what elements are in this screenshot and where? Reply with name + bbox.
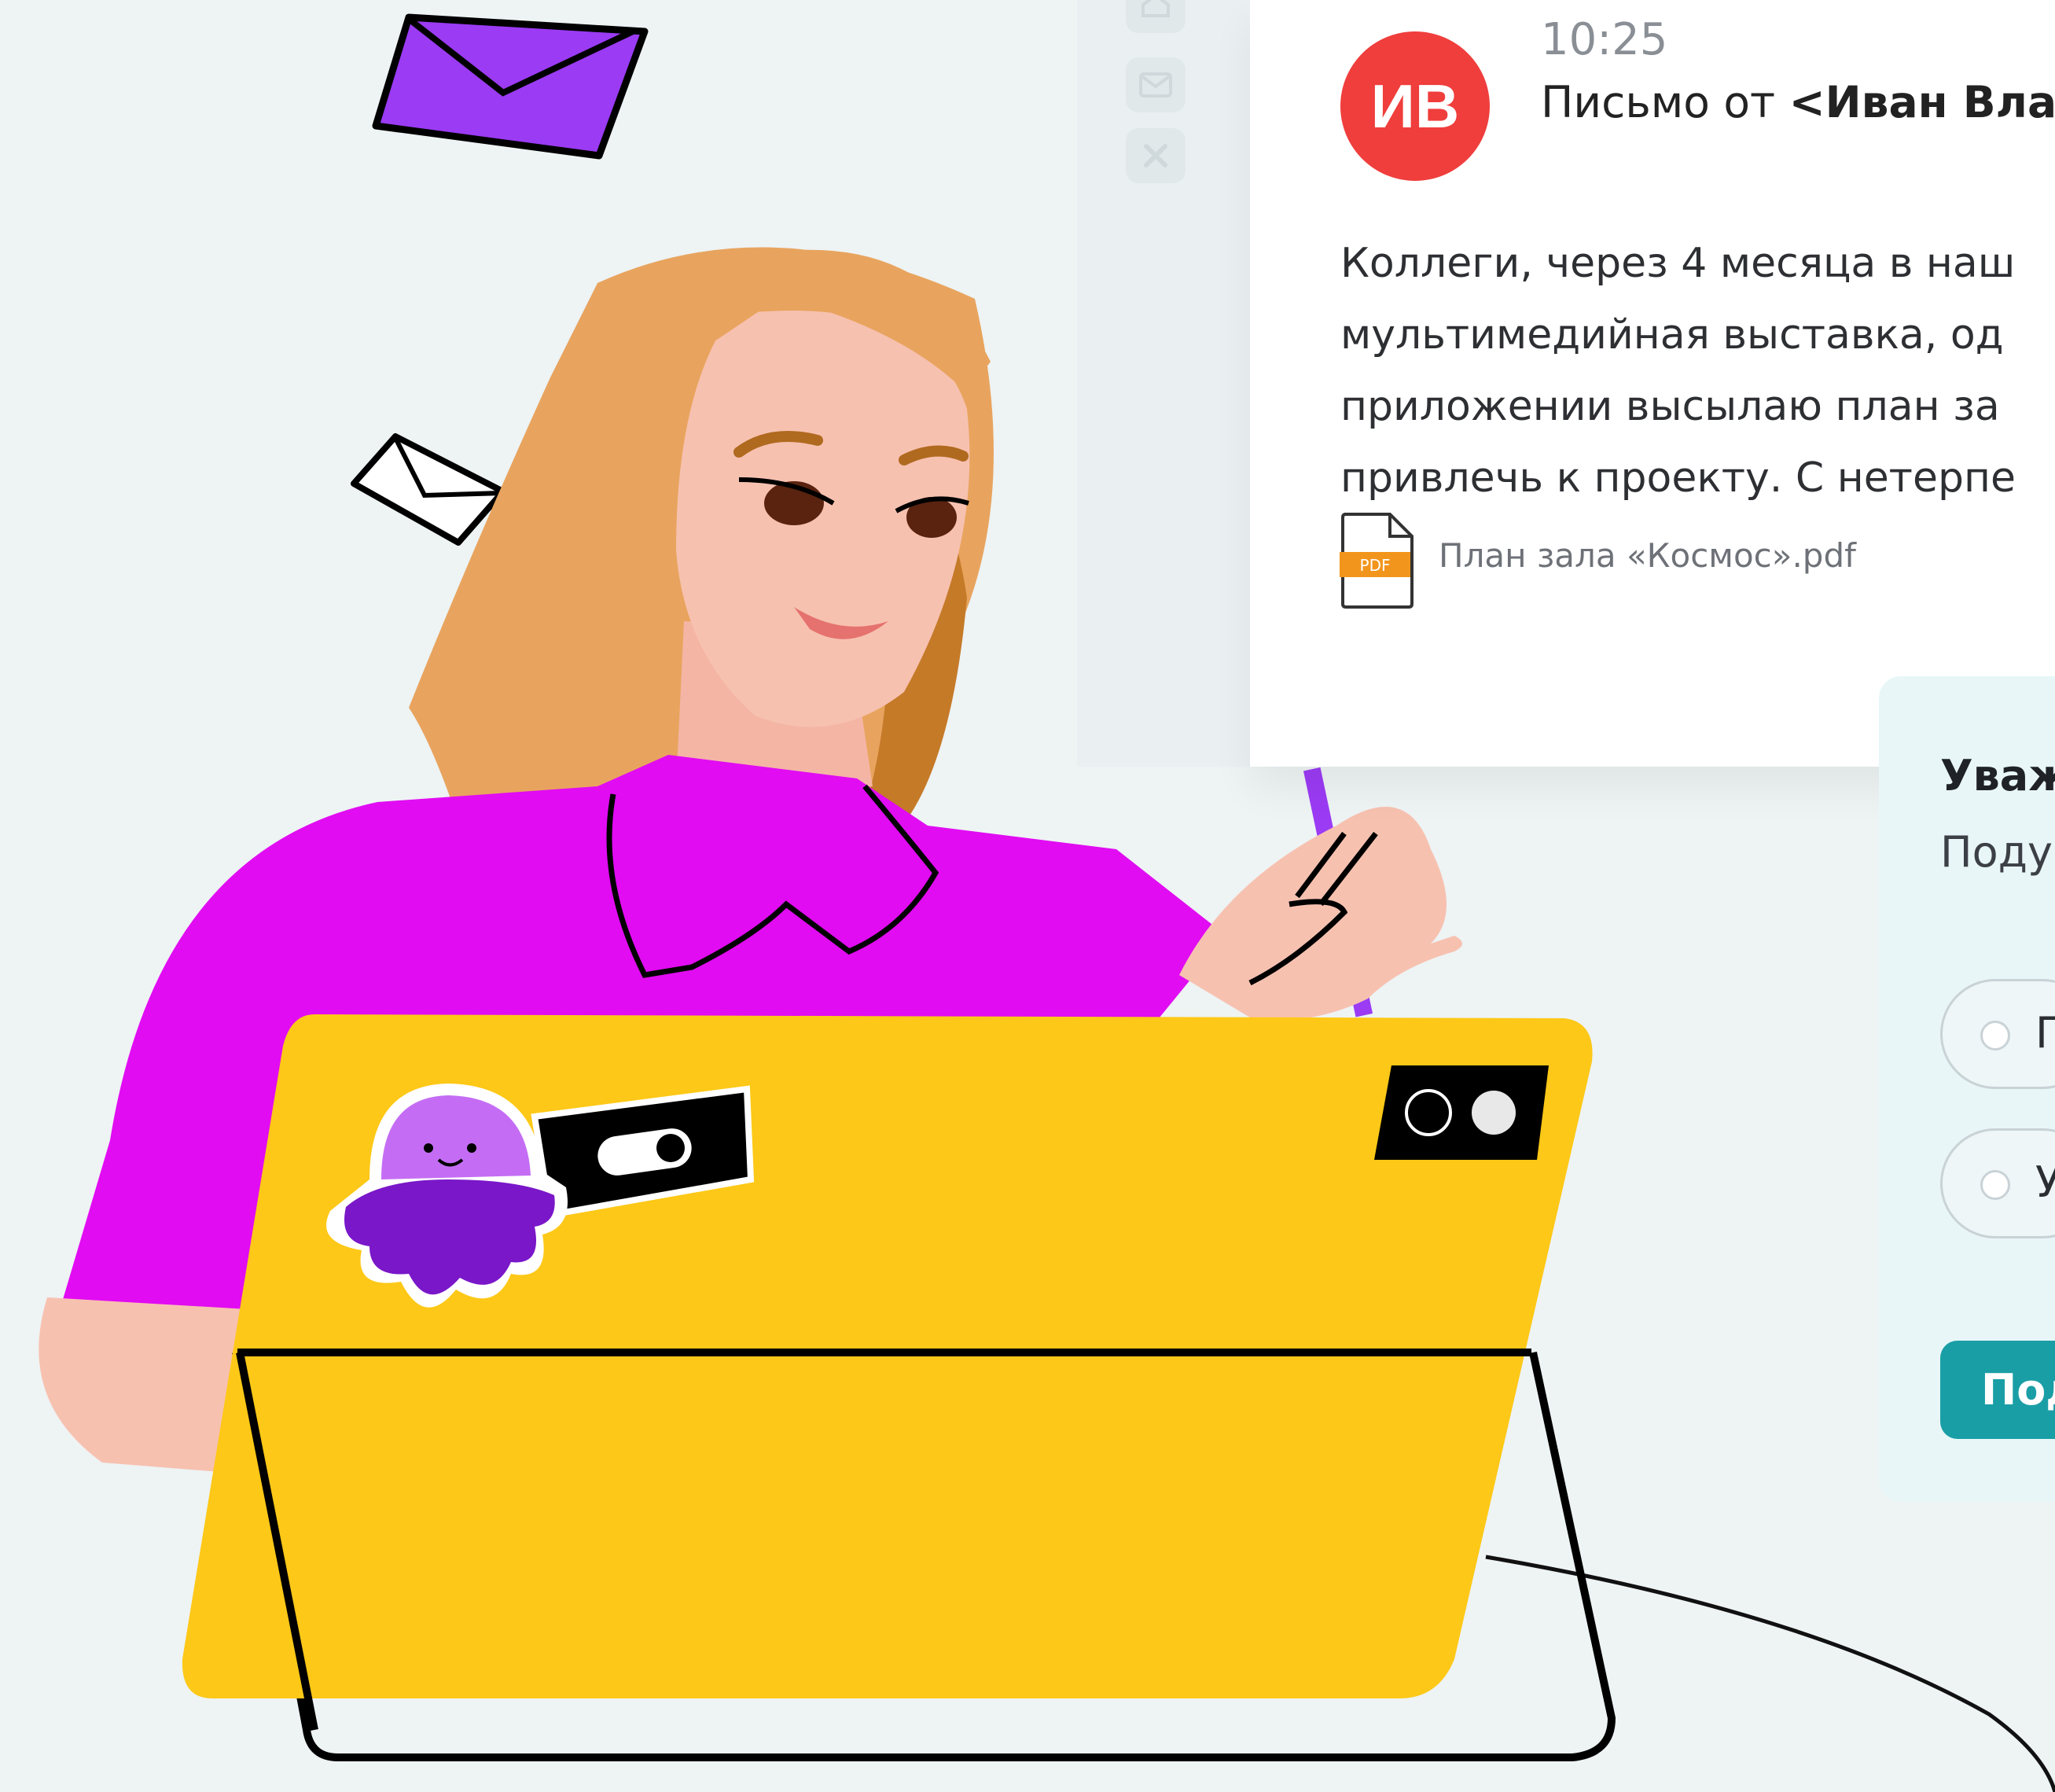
submit-button[interactable]: Под (1940, 1341, 2055, 1439)
email-body-line: привлечь к проекту. С нетерпе (1340, 454, 2016, 502)
email-body-line: приложении высылаю план за (1340, 383, 2000, 430)
quiz-option-label: П (2035, 1008, 2055, 1058)
tablet-camera (1374, 1065, 1549, 1160)
email-sender-name: <Иван Вла (1788, 77, 2055, 127)
sender-avatar: ИВ (1340, 31, 1490, 181)
quiz-option-label: У (2035, 1157, 2055, 1207)
quiz-option[interactable]: У (1940, 1128, 2055, 1238)
home-icon[interactable] (1126, 0, 1186, 33)
quiz-subtitle: Поду (1940, 827, 2053, 877)
email-body-line: Коллеги, через 4 месяца в наш (1340, 240, 2016, 287)
email-time: 10:25 (1541, 14, 1668, 65)
email-sender-prefix: Письмо от (1541, 77, 1789, 127)
radio-button[interactable] (1980, 1021, 2010, 1051)
quiz-option[interactable]: П (1940, 979, 2055, 1089)
attachment-link[interactable]: План зала «Космос».pdf (1439, 536, 1856, 575)
mail-sidebar (1077, 0, 1250, 767)
mail-icon[interactable] (1126, 57, 1186, 112)
outline-envelope-icon (351, 433, 506, 546)
pdf-file-icon[interactable]: PDF (1338, 511, 1417, 609)
email-body: Коллеги, через 4 месяца в наш мультимеди… (1340, 228, 2055, 514)
email-body-line: мультимедийная выставка, од (1340, 311, 2004, 359)
radio-button[interactable] (1980, 1170, 2010, 1200)
pdf-badge: PDF (1360, 556, 1391, 575)
email-sender: Письмо от <Иван Вла (1541, 77, 2055, 127)
close-icon[interactable] (1126, 128, 1186, 183)
quiz-title: Уваж (1940, 751, 2055, 800)
purple-envelope-icon (372, 13, 649, 160)
